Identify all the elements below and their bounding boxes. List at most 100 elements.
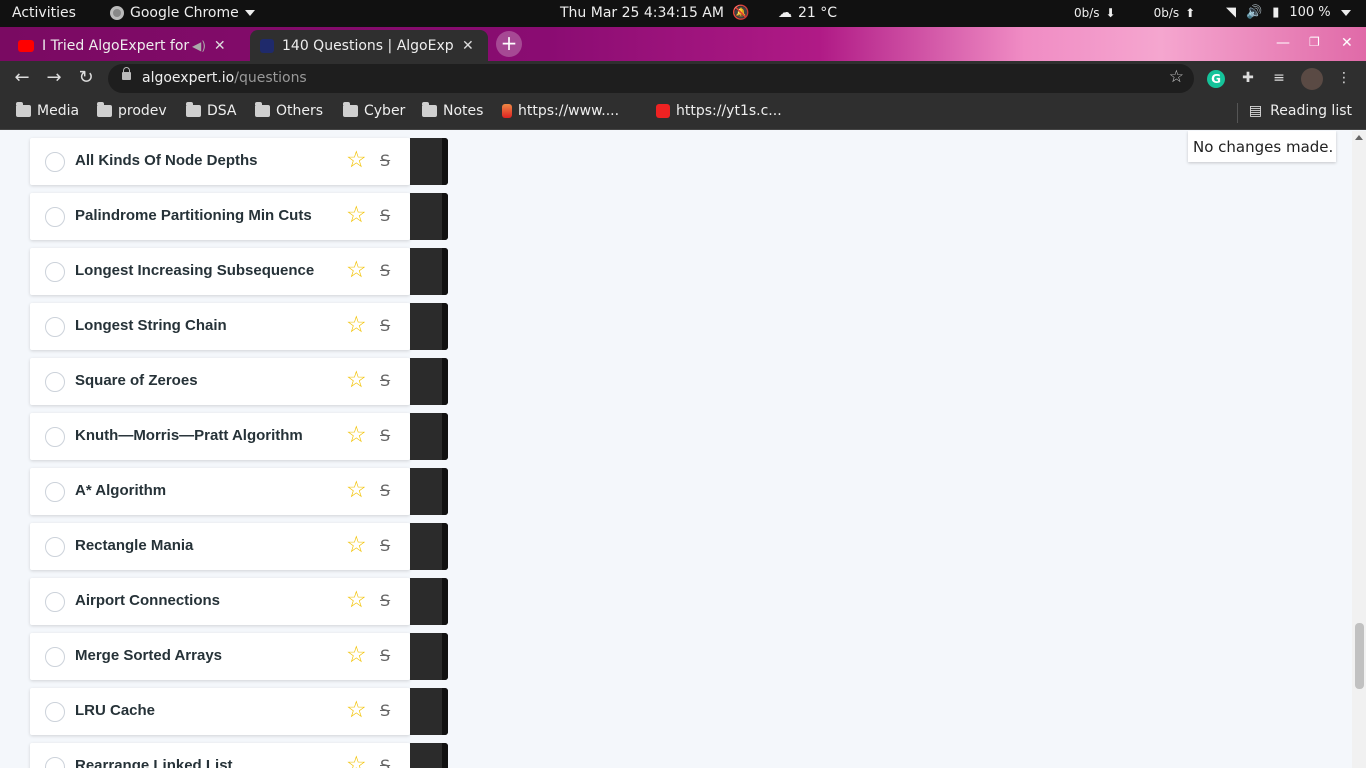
kebab-menu-icon[interactable]: ⋮ (1335, 70, 1353, 88)
tab-algoexpert[interactable]: 140 Questions | AlgoExpe ✕ (250, 30, 488, 61)
question-row[interactable]: LRU Cache ☆ S (30, 688, 448, 735)
bookmark-site-2[interactable]: https://yt1s.c... (656, 103, 782, 119)
strikethrough-icon[interactable]: S (380, 481, 390, 500)
favorite-star-icon[interactable]: ☆ (346, 754, 367, 768)
question-card[interactable]: LRU Cache ☆ S (30, 688, 410, 735)
favorite-star-icon[interactable]: ☆ (346, 259, 367, 282)
media-control-icon[interactable]: ≡ (1270, 70, 1288, 88)
question-row[interactable]: Longest String Chain ☆ S (30, 303, 448, 350)
question-card[interactable]: Longest String Chain ☆ S (30, 303, 410, 350)
favorite-star-icon[interactable]: ☆ (346, 479, 367, 502)
question-side-panel[interactable] (410, 248, 448, 295)
strikethrough-icon[interactable]: S (380, 426, 390, 445)
strikethrough-icon[interactable]: S (380, 316, 390, 335)
favorite-star-icon[interactable]: ☆ (346, 699, 367, 722)
question-card[interactable]: Palindrome Partitioning Min Cuts ☆ S (30, 193, 410, 240)
minimize-icon[interactable]: — (1276, 35, 1290, 51)
completion-circle-icon[interactable] (45, 317, 65, 337)
question-card[interactable]: All Kinds Of Node Depths ☆ S (30, 138, 410, 185)
completion-circle-icon[interactable] (45, 592, 65, 612)
new-tab-button[interactable]: + (496, 31, 522, 57)
question-side-panel[interactable] (410, 633, 448, 680)
completion-circle-icon[interactable] (45, 207, 65, 227)
bookmark-others[interactable]: Others (255, 102, 323, 119)
bookmark-media[interactable]: Media (16, 102, 79, 119)
question-name[interactable]: All Kinds Of Node Depths (75, 152, 258, 169)
completion-circle-icon[interactable] (45, 482, 65, 502)
question-side-panel[interactable] (410, 523, 448, 570)
scrollbar-thumb[interactable] (1355, 623, 1364, 689)
completion-circle-icon[interactable] (45, 372, 65, 392)
favorite-star-icon[interactable]: ☆ (346, 589, 367, 612)
restore-icon[interactable]: ❐ (1309, 35, 1320, 49)
address-bar[interactable]: algoexpert.io/questions ☆ (108, 64, 1194, 93)
strikethrough-icon[interactable]: S (380, 646, 390, 665)
question-card[interactable]: Rectangle Mania ☆ S (30, 523, 410, 570)
favorite-star-icon[interactable]: ☆ (346, 204, 367, 227)
completion-circle-icon[interactable] (45, 152, 65, 172)
scroll-up-arrow-icon[interactable] (1355, 135, 1363, 140)
question-name[interactable]: Knuth—Morris—Pratt Algorithm (75, 427, 303, 444)
question-name[interactable]: Square of Zeroes (75, 372, 198, 389)
question-row[interactable]: Palindrome Partitioning Min Cuts ☆ S (30, 193, 448, 240)
forward-icon[interactable]: → (42, 67, 66, 88)
question-card[interactable]: A* Algorithm ☆ S (30, 468, 410, 515)
question-name[interactable]: Longest String Chain (75, 317, 227, 334)
question-row[interactable]: Rearrange Linked List ☆ S (30, 743, 448, 768)
bookmark-dsa[interactable]: DSA (186, 102, 237, 119)
question-name[interactable]: A* Algorithm (75, 482, 166, 499)
question-card[interactable]: Knuth—Morris—Pratt Algorithm ☆ S (30, 413, 410, 460)
question-row[interactable]: Square of Zeroes ☆ S (30, 358, 448, 405)
question-row[interactable]: Knuth—Morris—Pratt Algorithm ☆ S (30, 413, 448, 460)
page-scrollbar[interactable] (1352, 131, 1366, 768)
completion-circle-icon[interactable] (45, 702, 65, 722)
favorite-star-icon[interactable]: ☆ (346, 314, 367, 337)
question-name[interactable]: Rectangle Mania (75, 537, 193, 554)
extensions-puzzle-icon[interactable]: ✚ (1239, 70, 1257, 88)
reading-list-button[interactable]: ▤ Reading list (1236, 103, 1352, 123)
bookmark-site-1[interactable]: https://www.... (502, 103, 619, 119)
close-tab-icon[interactable]: ✕ (462, 38, 474, 54)
question-name[interactable]: Airport Connections (75, 592, 220, 609)
question-side-panel[interactable] (410, 468, 448, 515)
question-side-panel[interactable] (410, 138, 448, 185)
question-side-panel[interactable] (410, 413, 448, 460)
clock[interactable]: Thu Mar 25 4:34:15 AM 🔕 (560, 5, 749, 21)
question-row[interactable]: All Kinds Of Node Depths ☆ S (30, 138, 448, 185)
completion-circle-icon[interactable] (45, 537, 65, 557)
question-card[interactable]: Airport Connections ☆ S (30, 578, 410, 625)
question-name[interactable]: Palindrome Partitioning Min Cuts (75, 207, 312, 224)
close-tab-icon[interactable]: ✕ (214, 38, 226, 54)
favorite-star-icon[interactable]: ☆ (346, 369, 367, 392)
question-card[interactable]: Longest Increasing Subsequence ☆ S (30, 248, 410, 295)
weather-indicator[interactable]: ☁ 21 °C (778, 5, 837, 21)
question-side-panel[interactable] (410, 578, 448, 625)
bookmark-prodev[interactable]: prodev (97, 102, 167, 119)
strikethrough-icon[interactable]: S (380, 206, 390, 225)
strikethrough-icon[interactable]: S (380, 151, 390, 170)
tab-youtube[interactable]: I Tried AlgoExpert for ◀) ✕ (8, 30, 248, 61)
lock-icon[interactable] (122, 67, 131, 80)
question-side-panel[interactable] (410, 358, 448, 405)
strikethrough-icon[interactable]: S (380, 261, 390, 280)
question-side-panel[interactable] (410, 688, 448, 735)
completion-circle-icon[interactable] (45, 647, 65, 667)
question-side-panel[interactable] (410, 193, 448, 240)
question-card[interactable]: Rearrange Linked List ☆ S (30, 743, 410, 768)
question-name[interactable]: Merge Sorted Arrays (75, 647, 222, 664)
bookmark-cyber[interactable]: Cyber (343, 102, 405, 119)
completion-circle-icon[interactable] (45, 757, 65, 768)
favorite-star-icon[interactable]: ☆ (346, 644, 367, 667)
question-name[interactable]: Longest Increasing Subsequence (75, 262, 314, 279)
back-icon[interactable]: ← (10, 67, 34, 88)
question-row[interactable]: Airport Connections ☆ S (30, 578, 448, 625)
favorite-star-icon[interactable]: ☆ (346, 149, 367, 172)
strikethrough-icon[interactable]: S (380, 591, 390, 610)
grammarly-icon[interactable]: G (1207, 70, 1225, 88)
bookmark-star-icon[interactable]: ☆ (1169, 67, 1184, 87)
activities-button[interactable]: Activities (12, 5, 76, 21)
question-side-panel[interactable] (410, 303, 448, 350)
question-card[interactable]: Merge Sorted Arrays ☆ S (30, 633, 410, 680)
strikethrough-icon[interactable]: S (380, 371, 390, 390)
question-row[interactable]: Merge Sorted Arrays ☆ S (30, 633, 448, 680)
